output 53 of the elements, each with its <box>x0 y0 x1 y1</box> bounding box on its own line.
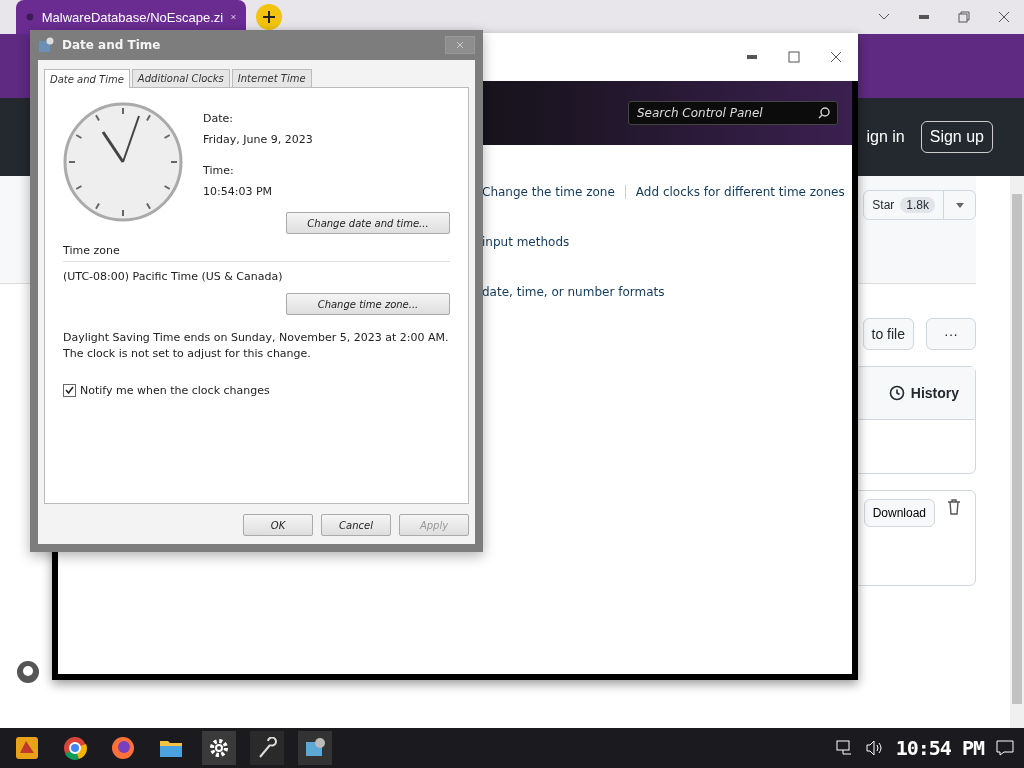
dst-notice: Daylight Saving Time ends on Sunday, November 5, 2023 at 2:00 AM. <box>63 331 450 344</box>
close-icon[interactable] <box>231 12 236 22</box>
trash-icon[interactable] <box>947 499 961 515</box>
maximize-button[interactable] <box>788 51 800 63</box>
history-link[interactable]: History <box>910 385 959 401</box>
go-to-file-button[interactable]: to file <box>862 318 914 350</box>
star-button[interactable]: Star 1.8k <box>864 191 943 219</box>
caret-icon <box>955 202 964 208</box>
time-value: 10:54:03 PM <box>203 185 274 198</box>
sign-in-link[interactable]: ign in <box>866 128 905 146</box>
dst-notice: The clock is not set to adjust for this change. <box>63 347 312 360</box>
time-label: Time: <box>203 164 235 177</box>
settings-icon[interactable] <box>202 731 236 765</box>
close-button[interactable] <box>830 51 842 63</box>
volume-icon[interactable] <box>865 740 884 756</box>
tab-list-button[interactable] <box>878 13 890 21</box>
new-tab-button[interactable] <box>256 4 282 30</box>
search-icon <box>818 107 830 119</box>
sign-up-button[interactable]: Sign up <box>920 121 993 153</box>
checkbox-label: Notify me when the clock changes <box>80 384 270 397</box>
tab-title: MalwareDatabase/NoEscape.zi <box>41 9 224 25</box>
time-zone-label: Time zone <box>63 244 450 262</box>
star-count: 1.8k <box>900 197 935 213</box>
dialog-tab[interactable]: Additional Clocks <box>131 69 230 88</box>
history-icon <box>888 385 905 401</box>
download-button[interactable]: Download <box>863 499 935 527</box>
time-zone-value: (UTC-08:00) Pacific Time (US & Canada) <box>63 270 284 283</box>
task-link[interactable]: Add clocks for different time zones <box>635 185 845 199</box>
dialog-button[interactable]: OK <box>243 514 313 536</box>
notification-icon[interactable] <box>996 740 1014 756</box>
scrollbar[interactable] <box>1010 176 1024 728</box>
close-button[interactable] <box>998 11 1010 23</box>
window-title: Date and Time <box>62 38 161 52</box>
change-date-button[interactable]: Change date and time... <box>286 212 450 234</box>
dialog-tab[interactable]: Date and Time <box>44 69 130 88</box>
restore-button[interactable] <box>958 11 970 23</box>
change-time-zone-button[interactable]: Change time zone... <box>286 293 450 315</box>
date-label: Date: <box>203 112 234 125</box>
checkbox[interactable] <box>63 384 76 397</box>
more-button[interactable]: ··· <box>926 318 976 350</box>
dialog-tab[interactable]: Internet Time <box>231 69 312 88</box>
check-icon <box>65 386 74 395</box>
plus-icon <box>262 10 276 24</box>
dialog-button[interactable]: Cancel <box>321 514 391 536</box>
search-field[interactable]: Search Control Panel <box>628 101 838 125</box>
chevron-down-icon <box>878 13 890 21</box>
task-link[interactable]: date, time, or number formats <box>482 285 665 299</box>
network-icon[interactable] <box>835 740 854 756</box>
date-value: Friday, June 9, 2023 <box>203 133 314 146</box>
task-link[interactable]: Change the time zone <box>482 185 615 199</box>
close-icon <box>456 41 464 49</box>
task-link[interactable]: input methods <box>482 235 570 249</box>
taskbar-clock[interactable]: 10:54 PM <box>895 736 984 760</box>
